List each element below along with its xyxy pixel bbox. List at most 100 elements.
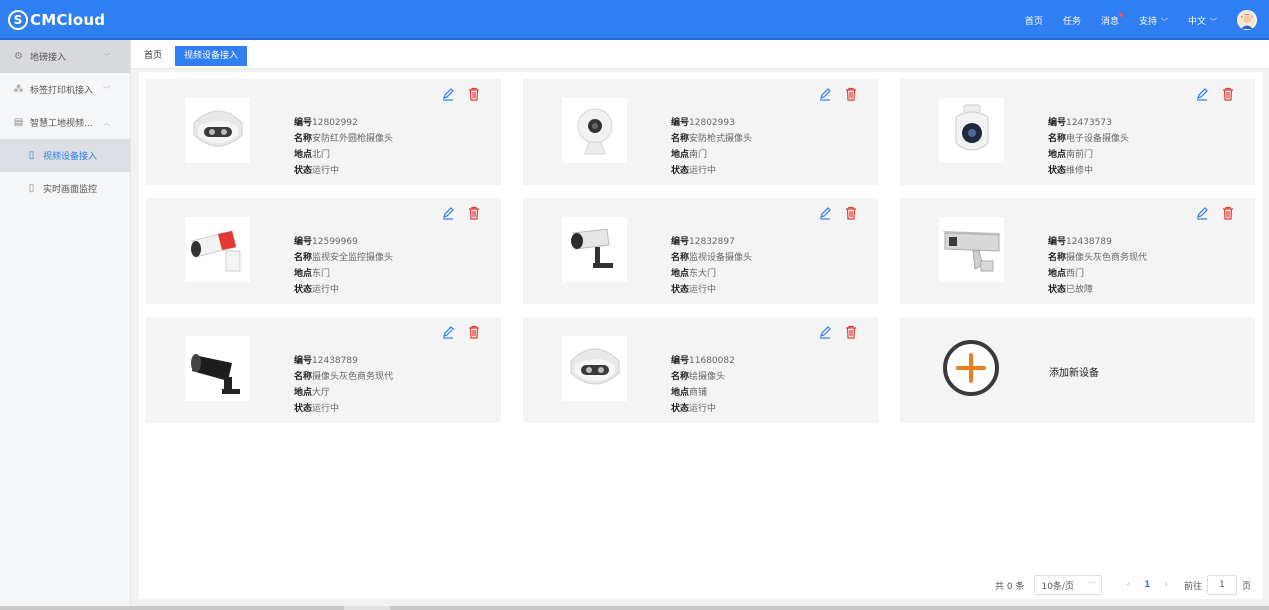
- status-label: 状态: [671, 166, 690, 176]
- chevron-down-icon: ﹀: [1210, 17, 1217, 26]
- sidebar-item-label-printer[interactable]: ⁂ 标签打印机接入 ﹀: [0, 73, 130, 106]
- share-icon: ⁂: [13, 84, 24, 95]
- nav-support[interactable]: 支持 ﹀: [1139, 14, 1168, 27]
- chevron-down-icon: ﹀: [103, 52, 110, 61]
- nav-home[interactable]: 首页: [1025, 14, 1043, 27]
- wall-bullet-camera-icon: [570, 227, 613, 268]
- tabs-bar: 首页 视频设备接入: [131, 40, 1269, 69]
- sidebar-item-video-device-access[interactable]: ▯ 视频设备接入: [0, 139, 130, 172]
- sidebar-item-smart-site-video[interactable]: ▤ 智慧工地视频... ︿: [0, 106, 130, 139]
- delete-icon[interactable]: [844, 325, 858, 339]
- page-size-select[interactable]: 10条/页 ﹀: [1034, 575, 1103, 595]
- tab-video-device-access[interactable]: 视频设备接入: [175, 46, 248, 66]
- id-label: 编号: [1048, 118, 1067, 128]
- pagination: 共 0 条 10条/页 ﹀ ‹ 1 › 前往 1 页: [995, 575, 1251, 595]
- nav-tasks[interactable]: 任务: [1063, 14, 1081, 27]
- black-bullet-camera-icon: [190, 353, 240, 394]
- device-image: [562, 98, 627, 163]
- page-number[interactable]: 1: [1144, 580, 1150, 590]
- goto-label: 前往: [1183, 581, 1202, 592]
- card-actions: [429, 206, 481, 220]
- status-label: 状态: [671, 285, 690, 295]
- avatar[interactable]: [1237, 10, 1257, 30]
- sidebar-item-weighbridge[interactable]: ⚙ 地磅接入 ﹀: [0, 40, 130, 73]
- name-label: 名称: [671, 372, 690, 382]
- red-bullet-camera-icon: [190, 229, 240, 271]
- device-id: 12438789: [312, 356, 358, 366]
- edit-icon[interactable]: [1195, 206, 1209, 220]
- prev-page-icon[interactable]: ‹: [1126, 580, 1130, 590]
- device-card[interactable]: 编号12599969 名称监视安全监控摄像头 地点东门 状态运行中: [146, 198, 501, 304]
- next-page-icon[interactable]: ›: [1164, 580, 1168, 590]
- chevron-down-icon: ﹀: [1160, 17, 1168, 26]
- logo[interactable]: S CMCloud: [8, 9, 105, 31]
- status-label: 状态: [294, 285, 313, 295]
- total-count: 共 0 条: [995, 581, 1025, 592]
- device-info: 编号12802992 名称安防红外圆枪摄像头 地点北门 状态运行中: [294, 115, 393, 179]
- chevron-down-icon: ﹀: [103, 85, 110, 94]
- device-name: 电子设备摄像头: [1066, 134, 1130, 144]
- device-name: 摄像头灰色商务现代: [1066, 253, 1148, 263]
- name-label: 名称: [294, 372, 313, 382]
- logo-icon: S: [8, 10, 28, 30]
- scrollbar-thumb[interactable]: [0, 606, 344, 610]
- delete-icon[interactable]: [844, 206, 858, 220]
- status-label: 状态: [671, 404, 690, 414]
- name-label: 名称: [671, 134, 690, 144]
- card-actions: [806, 206, 858, 220]
- device-card[interactable]: 编号12832897 名称监视设备摄像头 地点东大门 状态运行中: [523, 198, 878, 304]
- horizontal-scrollbar[interactable]: [0, 606, 1269, 610]
- delete-icon[interactable]: [467, 206, 481, 220]
- name-label: 名称: [294, 134, 313, 144]
- nav-language-label: 中文: [1187, 16, 1206, 27]
- id-label: 编号: [294, 356, 313, 366]
- edit-icon[interactable]: [441, 325, 455, 339]
- gear-icon: ⚙: [14, 51, 23, 62]
- unread-dot: [1118, 12, 1123, 17]
- edit-icon[interactable]: [441, 87, 455, 101]
- top-nav: 首页 任务 消息 支持 ﹀ 中文 ﹀: [1025, 0, 1269, 40]
- device-info: 编号12832897 名称监视设备摄像头 地点东大门 状态运行中: [671, 234, 752, 298]
- device-card[interactable]: 编号12802993 名称安防枪式摄像头 地点南门 状态运行中: [523, 79, 878, 185]
- device-image: [939, 98, 1004, 163]
- delete-icon[interactable]: [1221, 206, 1235, 220]
- add-circle-icon[interactable]: [942, 339, 1000, 397]
- webcam-icon: [577, 108, 612, 154]
- ptz-camera-icon: [955, 104, 988, 150]
- card-actions: [1183, 87, 1235, 101]
- device-name: 监视安全监控摄像头: [312, 253, 394, 263]
- nav-language[interactable]: 中文 ﹀: [1188, 14, 1217, 27]
- scrollbar-track-segment: [390, 606, 1269, 610]
- device-card[interactable]: 编号12473573 名称电子设备摄像头 地点南前门 状态维修中: [900, 79, 1255, 185]
- edit-icon[interactable]: [818, 206, 832, 220]
- device-info: 编号11680082 名称绘摄像头 地点商铺 状态运行中: [671, 353, 735, 417]
- add-device-card[interactable]: 添加新设备: [900, 317, 1255, 423]
- device-image: [185, 217, 250, 282]
- device-card[interactable]: 编号12438789 名称摄像头灰色商务现代 地点大厅 状态运行中: [146, 317, 501, 423]
- edit-icon[interactable]: [1195, 87, 1209, 101]
- device-card[interactable]: 编号12438789 名称摄像头灰色商务现代 地点西门 状态已故障: [900, 198, 1255, 304]
- nav-messages[interactable]: 消息: [1101, 12, 1123, 27]
- sidebar-item-realtime-monitor[interactable]: ▯ 实时画面监控: [0, 172, 130, 205]
- device-card[interactable]: 编号12802992 名称安防红外圆枪摄像头 地点北门 状态运行中: [146, 79, 501, 185]
- edit-icon[interactable]: [818, 87, 832, 101]
- location-label: 地点: [671, 269, 690, 279]
- device-name: 安防枪式摄像头: [689, 134, 753, 144]
- device-card[interactable]: 编号11680082 名称绘摄像头 地点商铺 状态运行中: [523, 317, 878, 423]
- delete-icon[interactable]: [1221, 87, 1235, 101]
- device-status: 运行中: [312, 166, 340, 176]
- delete-icon[interactable]: [844, 87, 858, 101]
- dome-camera-icon: [193, 110, 242, 146]
- location-label: 地点: [294, 269, 313, 279]
- device-location: 北门: [312, 150, 331, 160]
- edit-icon[interactable]: [441, 206, 455, 220]
- tab-home[interactable]: 首页: [135, 46, 171, 66]
- delete-icon[interactable]: [467, 87, 481, 101]
- device-status: 运行中: [689, 285, 717, 295]
- edit-icon[interactable]: [818, 325, 832, 339]
- delete-icon[interactable]: [467, 325, 481, 339]
- device-id: 11680082: [689, 356, 735, 366]
- goto-page-input[interactable]: 1: [1206, 575, 1237, 595]
- device-id: 12832897: [689, 237, 735, 247]
- add-device-label: 添加新设备: [1049, 368, 1099, 379]
